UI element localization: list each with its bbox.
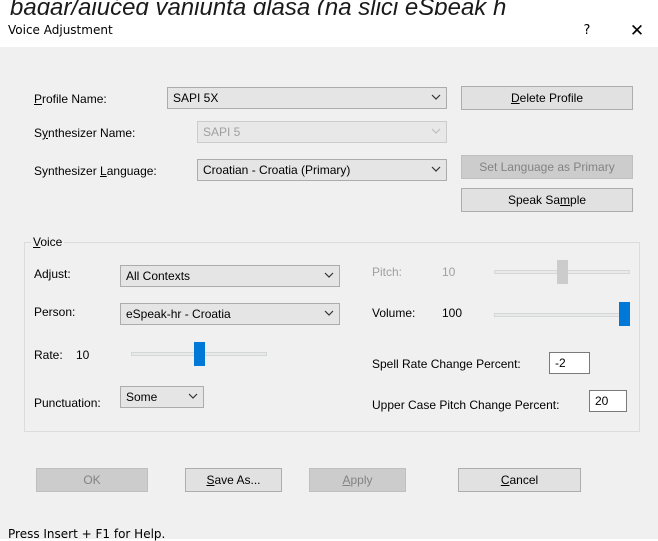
rate-slider-thumb[interactable] xyxy=(193,342,205,366)
punctuation-combobox[interactable]: Some xyxy=(120,386,204,408)
synthesizer-language-label: Synthesizer Language: xyxy=(34,164,157,178)
chevron-down-icon xyxy=(431,166,441,172)
punctuation-label: Punctuation: xyxy=(34,396,101,410)
volume-value: 100 xyxy=(442,306,463,320)
person-combobox[interactable]: eSpeak-hr - Croatia xyxy=(120,303,340,325)
synthesizer-language-combobox[interactable]: Croatian - Croatia (Primary) xyxy=(197,159,447,181)
person-label: Person: xyxy=(34,305,76,319)
delete-profile-button[interactable]: Delete Profile xyxy=(461,86,633,110)
synthesizer-name-value: SAPI 5 xyxy=(203,125,241,139)
voice-group-label: Voice xyxy=(31,235,65,249)
save-as-button[interactable]: Save As... xyxy=(185,468,282,492)
ok-button[interactable]: OK xyxy=(36,468,148,492)
upper-case-pitch-change-label: Upper Case Pitch Change Percent: xyxy=(372,398,560,412)
synthesizer-name-combobox[interactable]: SAPI 5 xyxy=(197,121,447,143)
volume-label: Volume: xyxy=(372,306,416,320)
pitch-label: Pitch: xyxy=(372,265,403,279)
adjust-label: Adjust: xyxy=(34,267,71,281)
profile-name-combobox[interactable]: SAPI 5X xyxy=(167,87,447,109)
chevron-down-icon xyxy=(431,94,441,100)
synthesizer-language-value: Croatian - Croatia (Primary) xyxy=(203,163,351,177)
pitch-value: 10 xyxy=(442,265,456,279)
person-value: eSpeak-hr - Croatia xyxy=(126,307,231,321)
set-language-primary-button[interactable]: Set Language as Primary xyxy=(461,155,633,179)
profile-name-value: SAPI 5X xyxy=(173,91,219,105)
synthesizer-name-label: Synthesizer Name: xyxy=(34,126,136,140)
punctuation-value: Some xyxy=(126,390,158,404)
volume-slider-track[interactable] xyxy=(494,313,630,317)
spell-rate-change-input[interactable]: -2 xyxy=(549,352,590,374)
speak-sample-button[interactable]: Speak Sample xyxy=(461,188,633,212)
chevron-down-icon xyxy=(431,128,441,134)
volume-slider-thumb[interactable] xyxy=(619,302,630,326)
rate-value: 10 xyxy=(76,348,90,362)
dialog-title: Voice Adjustment xyxy=(8,23,113,37)
cancel-button[interactable]: Cancel xyxy=(458,468,581,492)
profile-name-label: Profile Name: xyxy=(34,92,107,106)
rate-label: Rate: xyxy=(34,348,63,362)
adjust-value: All Contexts xyxy=(126,269,191,283)
pitch-slider-thumb[interactable] xyxy=(556,260,568,284)
help-button[interactable]: ? xyxy=(572,17,602,45)
adjust-combobox[interactable]: All Contexts xyxy=(120,265,340,287)
spell-rate-change-label: Spell Rate Change Percent: xyxy=(372,357,521,371)
chevron-down-icon xyxy=(324,310,334,316)
upper-case-pitch-change-input[interactable]: 20 xyxy=(589,390,627,412)
close-button[interactable]: ✕ xyxy=(622,17,652,45)
apply-button[interactable]: Apply xyxy=(309,468,406,492)
chevron-down-icon xyxy=(188,393,198,399)
chevron-down-icon xyxy=(324,272,334,278)
background-document-text: bagar/ajućeg vanjunta glasa (na slici eS… xyxy=(10,0,507,15)
